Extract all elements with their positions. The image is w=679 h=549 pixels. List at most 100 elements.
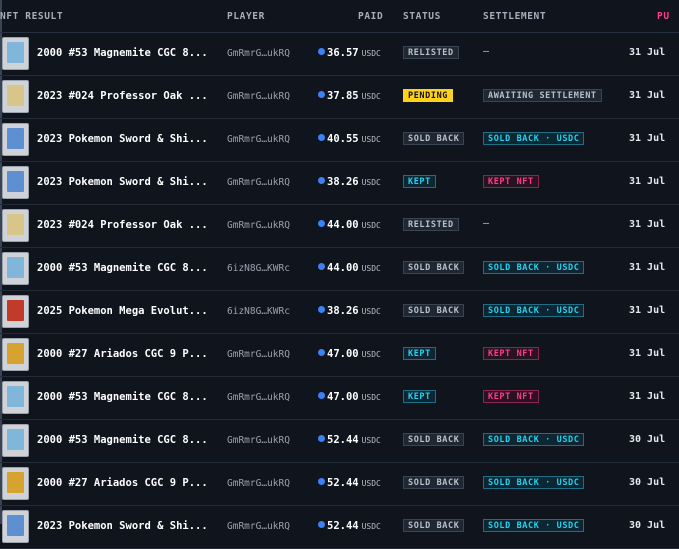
- card-thumbnail-icon: [2, 123, 29, 156]
- nft-name[interactable]: 2000 #27 Ariados CGC 9 P...: [37, 477, 217, 489]
- row-date: 31 Jul: [629, 262, 666, 273]
- card-thumbnail-icon: [2, 252, 29, 285]
- status-badge: KEPT: [403, 175, 436, 188]
- settlement-badge: SOLD BACK · USDC: [483, 433, 585, 446]
- usdc-coin-icon: [318, 306, 325, 313]
- settlement-badge: KEPT NFT: [483, 175, 539, 188]
- table-row[interactable]: 2023 Pokemon Sword & Shi... GmRmrG…ukRQ …: [0, 162, 679, 205]
- player-address[interactable]: GmRmrG…ukRQ: [227, 91, 290, 102]
- card-thumbnail-icon: [2, 510, 29, 543]
- row-date: 31 Jul: [629, 219, 666, 230]
- player-address[interactable]: GmRmrG…ukRQ: [227, 134, 290, 145]
- nft-name[interactable]: 2000 #53 Magnemite CGC 8...: [37, 434, 217, 446]
- usdc-coin-icon: [318, 478, 325, 485]
- card-thumbnail-icon: [2, 80, 29, 113]
- nft-name[interactable]: 2023 Pokemon Sword & Shi...: [37, 520, 217, 532]
- table-row[interactable]: 2000 #53 Magnemite CGC 8... GmRmrG…ukRQ …: [0, 33, 679, 76]
- settlement-badge: SOLD BACK · USDC: [483, 476, 585, 489]
- paid-amount: 40.55 USDC: [318, 133, 381, 145]
- paid-amount: 52.44 USDC: [318, 477, 381, 489]
- status-badge: SOLD BACK: [403, 304, 465, 317]
- status-badge: SOLD BACK: [403, 476, 465, 489]
- settlement-empty: —: [483, 218, 490, 229]
- usdc-coin-icon: [318, 392, 325, 399]
- card-thumbnail-icon: [2, 209, 29, 242]
- header-status[interactable]: STATUS: [403, 11, 441, 22]
- table-row[interactable]: 2000 #27 Ariados CGC 9 P... GmRmrG…ukRQ …: [0, 463, 679, 506]
- paid-amount: 47.00 USDC: [318, 391, 381, 403]
- status-badge: SOLD BACK: [403, 132, 465, 145]
- status-badge: SOLD BACK: [403, 261, 465, 274]
- player-address[interactable]: GmRmrG…ukRQ: [227, 392, 290, 403]
- table-row[interactable]: 2000 #53 Magnemite CGC 8... GmRmrG…ukRQ …: [0, 420, 679, 463]
- table-row[interactable]: 2000 #27 Ariados CGC 9 P... GmRmrG…ukRQ …: [0, 334, 679, 377]
- settlement-badge: AWAITING SETTLEMENT: [483, 89, 602, 102]
- player-address[interactable]: GmRmrG…ukRQ: [227, 48, 290, 59]
- row-date: 31 Jul: [629, 47, 666, 58]
- card-thumbnail-icon: [2, 37, 29, 70]
- card-thumbnail-icon: [2, 381, 29, 414]
- paid-amount: 52.44 USDC: [318, 434, 381, 446]
- row-date: 31 Jul: [629, 305, 666, 316]
- row-date: 30 Jul: [629, 434, 666, 445]
- player-address[interactable]: 6izN8G…KWRc: [227, 263, 290, 274]
- status-badge: RELISTED: [403, 46, 459, 59]
- table-row[interactable]: 2023 Pokemon Sword & Shi... GmRmrG…ukRQ …: [0, 506, 679, 549]
- settlement-badge: KEPT NFT: [483, 347, 539, 360]
- paid-amount: 38.26 USDC: [318, 305, 381, 317]
- player-address[interactable]: GmRmrG…ukRQ: [227, 435, 290, 446]
- row-date: 31 Jul: [629, 90, 666, 101]
- table-header: NFT RESULT PLAYER PAID STATUS SETTLEMENT…: [0, 0, 679, 33]
- player-address[interactable]: GmRmrG…ukRQ: [227, 220, 290, 231]
- table-row[interactable]: 2023 Pokemon Sword & Shi... GmRmrG…ukRQ …: [0, 119, 679, 162]
- card-thumbnail-icon: [2, 467, 29, 500]
- table-row[interactable]: 2000 #53 Magnemite CGC 8... 6izN8G…KWRc …: [0, 248, 679, 291]
- header-paid[interactable]: PAID: [358, 11, 383, 22]
- row-date: 31 Jul: [629, 348, 666, 359]
- player-address[interactable]: GmRmrG…ukRQ: [227, 349, 290, 360]
- settlement-badge: SOLD BACK · USDC: [483, 304, 585, 317]
- header-pu[interactable]: PU: [657, 11, 670, 22]
- nft-name[interactable]: 2023 Pokemon Sword & Shi...: [37, 133, 217, 145]
- table-row[interactable]: 2000 #53 Magnemite CGC 8... GmRmrG…ukRQ …: [0, 377, 679, 420]
- player-address[interactable]: GmRmrG…ukRQ: [227, 478, 290, 489]
- usdc-coin-icon: [318, 435, 325, 442]
- player-address[interactable]: GmRmrG…ukRQ: [227, 177, 290, 188]
- status-badge: SOLD BACK: [403, 433, 465, 446]
- usdc-coin-icon: [318, 48, 325, 55]
- player-address[interactable]: 6izN8G…KWRc: [227, 306, 290, 317]
- row-date: 30 Jul: [629, 477, 666, 488]
- row-date: 31 Jul: [629, 391, 666, 402]
- paid-amount: 36.57 USDC: [318, 47, 381, 59]
- table-row[interactable]: 2023 #024 Professor Oak ... GmRmrG…ukRQ …: [0, 205, 679, 248]
- nft-name[interactable]: 2023 #024 Professor Oak ...: [37, 90, 217, 102]
- nft-name[interactable]: 2000 #53 Magnemite CGC 8...: [37, 391, 217, 403]
- table-row[interactable]: 2025 Pokemon Mega Evolut... 6izN8G…KWRc …: [0, 291, 679, 334]
- status-badge: SOLD BACK: [403, 519, 465, 532]
- nft-name[interactable]: 2000 #53 Magnemite CGC 8...: [37, 47, 217, 59]
- usdc-coin-icon: [318, 220, 325, 227]
- status-badge: RELISTED: [403, 218, 459, 231]
- header-settlement[interactable]: SETTLEMENT: [483, 11, 546, 22]
- nft-name[interactable]: 2000 #53 Magnemite CGC 8...: [37, 262, 217, 274]
- table-row[interactable]: 2023 #024 Professor Oak ... GmRmrG…ukRQ …: [0, 76, 679, 119]
- nft-name[interactable]: 2025 Pokemon Mega Evolut...: [37, 305, 217, 317]
- usdc-coin-icon: [318, 177, 325, 184]
- settlement-badge: SOLD BACK · USDC: [483, 519, 585, 532]
- row-date: 31 Jul: [629, 133, 666, 144]
- nft-name[interactable]: 2023 #024 Professor Oak ...: [37, 219, 217, 231]
- status-badge: KEPT: [403, 390, 436, 403]
- card-thumbnail-icon: [2, 338, 29, 371]
- paid-amount: 44.00 USDC: [318, 219, 381, 231]
- row-date: 31 Jul: [629, 176, 666, 187]
- paid-amount: 47.00 USDC: [318, 348, 381, 360]
- header-player[interactable]: PLAYER: [227, 11, 265, 22]
- paid-amount: 38.26 USDC: [318, 176, 381, 188]
- settlement-badge: KEPT NFT: [483, 390, 539, 403]
- settlement-badge: SOLD BACK · USDC: [483, 132, 585, 145]
- player-address[interactable]: GmRmrG…ukRQ: [227, 521, 290, 532]
- settlement-badge: SOLD BACK · USDC: [483, 261, 585, 274]
- nft-name[interactable]: 2000 #27 Ariados CGC 9 P...: [37, 348, 217, 360]
- nft-name[interactable]: 2023 Pokemon Sword & Shi...: [37, 176, 217, 188]
- header-nft-result[interactable]: NFT RESULT: [0, 11, 63, 22]
